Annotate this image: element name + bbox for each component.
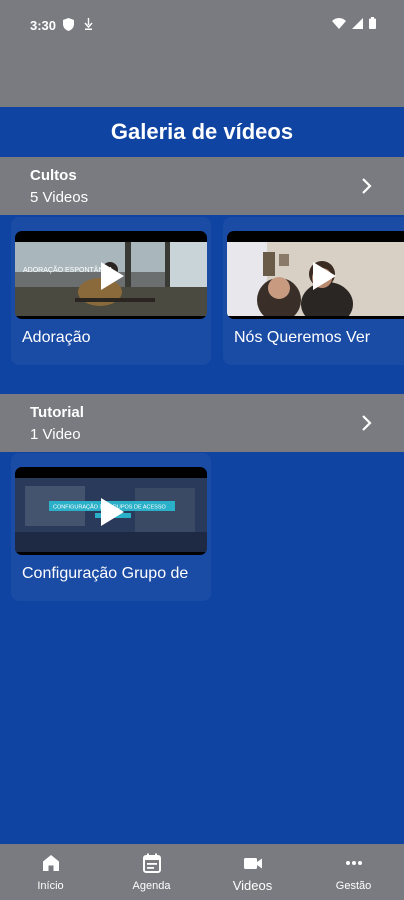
section-count: 1 Video [30,426,81,443]
section-count: 5 Videos [30,189,89,206]
status-right-icons [332,17,376,29]
more-icon [345,861,362,865]
status-bar: 3:30 [0,0,404,107]
section-header-cultos[interactable]: Cultos 5 Videos [0,157,404,215]
nav-label: Videos [232,878,273,893]
bottom-nav: Início Agenda Videos Gestão [0,844,404,900]
battery-icon [369,17,376,29]
video-title: Configuração Grupo de [22,565,189,582]
nav-item-gestao[interactable]: Gestão [303,844,404,900]
section-header-tutorial[interactable]: Tutorial 1 Video [0,394,404,452]
signal-icon [352,17,363,29]
calendar-icon [142,853,161,873]
nav-item-videos[interactable]: Videos [202,844,303,900]
video-card-nos-queremos-ver[interactable]: Nós Queremos Ver [223,217,404,365]
video-card-adoracao[interactable]: ADORAÇÃO ESPONTÂNEA Adoração [11,217,211,365]
video-camera-icon [243,858,262,869]
video-title: Adoração [22,329,91,346]
section-title: Cultos [30,167,77,184]
wifi-icon [332,17,346,29]
video-row-tutorial[interactable]: CONFIGURAÇÃO DE GRUPOS DE ACESSO Configu… [0,453,404,613]
play-icon[interactable] [311,261,337,291]
video-title: Nós Queremos Ver [234,329,371,346]
chevron-right-icon [362,178,372,194]
video-thumbnail [227,231,404,319]
nav-item-inicio[interactable]: Início [0,844,101,900]
status-time: 3:30 [30,18,57,33]
page-header: Galeria de vídeos [0,107,404,157]
video-card-configuracao[interactable]: CONFIGURAÇÃO DE GRUPOS DE ACESSO Configu… [11,453,211,601]
status-left-icons [63,18,93,31]
nav-label: Agenda [132,880,171,892]
notification-icon [84,18,93,30]
shield-icon [63,18,74,31]
video-row-cultos[interactable]: ADORAÇÃO ESPONTÂNEA Adoração Nós Queremo… [0,217,404,377]
chevron-right-icon [362,415,372,431]
nav-label: Gestão [335,880,372,892]
section-title: Tutorial [30,404,84,421]
home-icon [42,855,59,871]
nav-label: Início [37,880,64,892]
video-thumbnail: CONFIGURAÇÃO DE GRUPOS DE ACESSO [15,467,207,555]
video-thumbnail: ADORAÇÃO ESPONTÂNEA [15,231,207,319]
play-icon[interactable] [99,261,125,291]
page-title: Galeria de vídeos [110,119,294,144]
play-icon[interactable] [99,497,125,527]
nav-item-agenda[interactable]: Agenda [101,844,202,900]
